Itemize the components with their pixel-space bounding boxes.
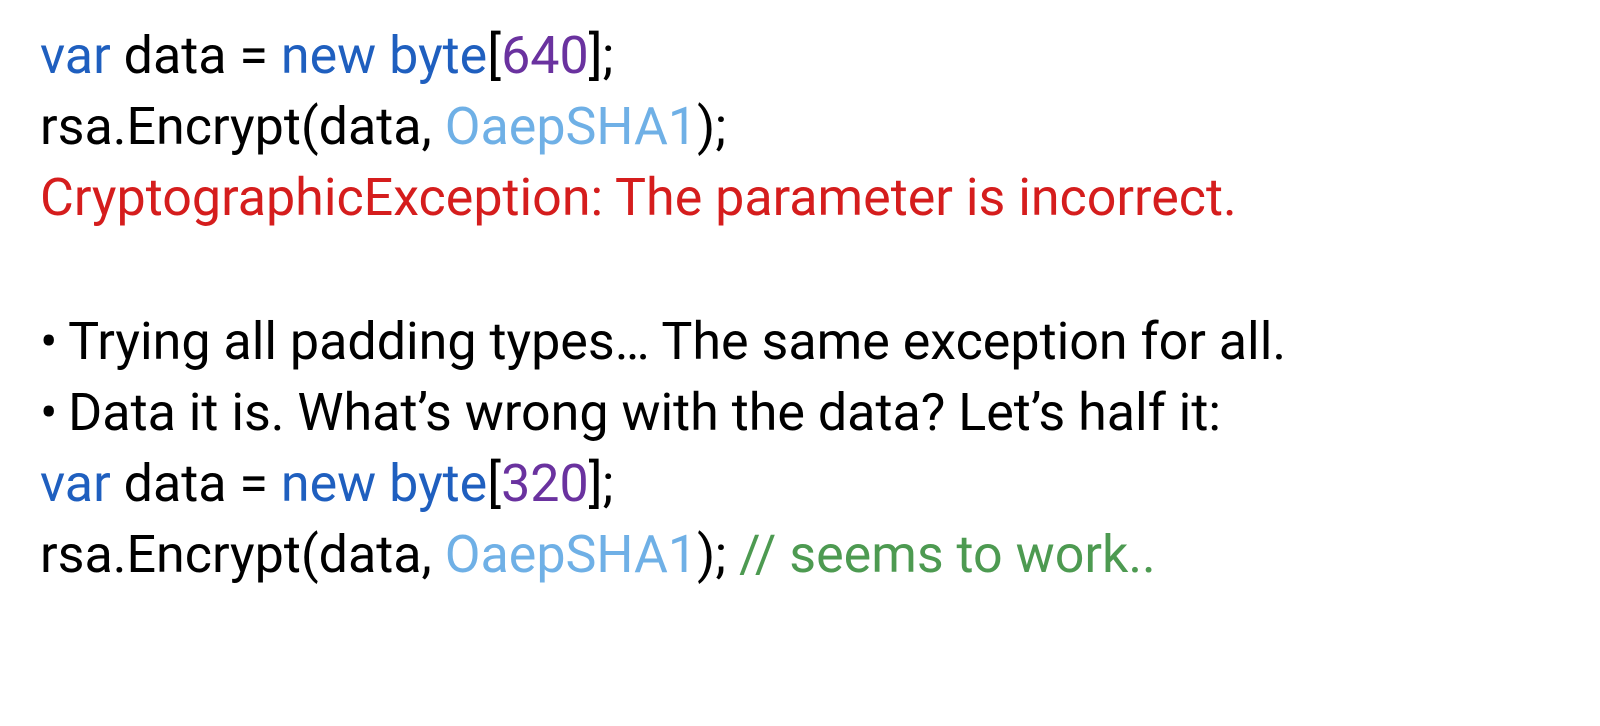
code-text: ); (697, 96, 726, 157)
code-text: data = (111, 25, 281, 86)
code-text: data = (111, 453, 281, 514)
spacer (40, 234, 1560, 306)
code-line-3: var data = new byte[320]; (40, 448, 1560, 519)
keyword-byte: byte (376, 25, 487, 86)
enum-value: OaepSHA1 (445, 524, 697, 585)
keyword-var: var (40, 25, 111, 86)
bracket-close: ]; (589, 453, 614, 514)
keyword-byte: byte (376, 453, 487, 514)
code-text: ); (697, 524, 739, 585)
code-line-4: rsa.Encrypt(data, OaepSHA1); // seems to… (40, 519, 1560, 590)
code-line-2: rsa.Encrypt(data, OaepSHA1); (40, 91, 1560, 162)
code-line-1: var data = new byte[640]; (40, 20, 1560, 91)
bracket-open: [ (487, 453, 501, 514)
slide-content: var data = new byte[640]; rsa.Encrypt(da… (0, 0, 1600, 611)
code-comment: // seems to work.. (739, 524, 1156, 585)
keyword-new: new (281, 25, 376, 86)
bracket-close: ]; (589, 25, 614, 86)
number-literal: 320 (501, 453, 589, 514)
code-text: rsa.Encrypt(data, (40, 524, 445, 585)
bullet-1: • Trying all padding types… The same exc… (40, 306, 1560, 377)
enum-value: OaepSHA1 (445, 96, 697, 157)
exception-line: CryptographicException: The parameter is… (40, 162, 1560, 233)
code-text: rsa.Encrypt(data, (40, 96, 445, 157)
number-literal: 640 (501, 25, 589, 86)
keyword-new: new (281, 453, 376, 514)
keyword-var: var (40, 453, 111, 514)
bracket-open: [ (487, 25, 501, 86)
bullet-2: • Data it is. What’s wrong with the data… (40, 377, 1560, 448)
